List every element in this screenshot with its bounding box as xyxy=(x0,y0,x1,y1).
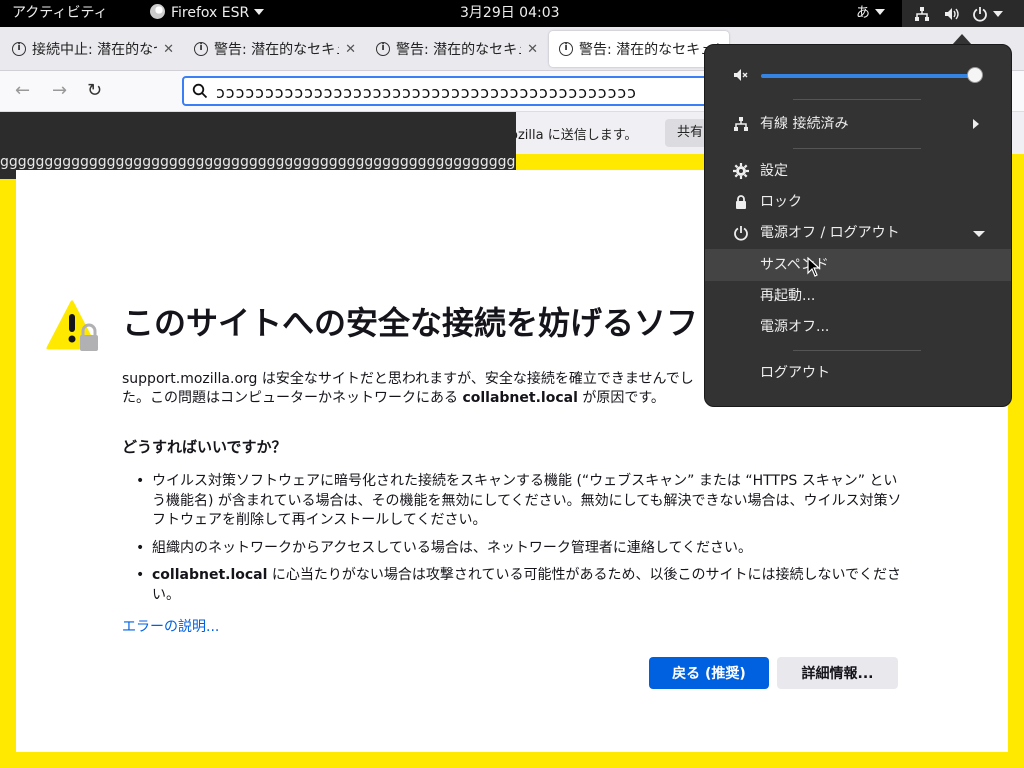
volume-muted-icon xyxy=(734,69,748,81)
gear-icon xyxy=(733,163,749,179)
power-off-logout-item[interactable]: 電源オフ / ログアウト xyxy=(705,217,1011,249)
network-item[interactable]: 有線 接続済み xyxy=(705,108,1011,140)
howto-heading: どうすればいいですか？ xyxy=(122,438,287,456)
tab-2[interactable]: i 警告: 潜在的なセキュリティ ✕ xyxy=(184,31,366,67)
mouse-cursor-icon xyxy=(807,257,821,277)
go-back-button[interactable]: 戻る (推奨) xyxy=(649,657,769,689)
activities-button[interactable]: アクティビティ xyxy=(12,0,108,27)
lock-icon xyxy=(736,195,746,209)
network-label: 有線 接続済み xyxy=(760,116,849,132)
logout-item[interactable]: ログアウト xyxy=(705,357,1011,389)
desc-host: collabnet.local xyxy=(462,390,578,406)
info-icon: i xyxy=(376,42,390,56)
list-item: ウイルス対策ソフトウェアに暗号化された接続をスキャンする機能 (“ウェブスキャン… xyxy=(122,472,902,531)
lock-label: ロック xyxy=(760,194,802,210)
search-icon xyxy=(192,83,208,99)
logout-label: ログアウト xyxy=(760,365,830,381)
tab-title: 警告: 潜在的なセキュリティ xyxy=(396,42,521,58)
system-status-area[interactable] xyxy=(902,0,1024,27)
close-icon[interactable]: ✕ xyxy=(527,42,538,57)
ime-label: あ xyxy=(856,5,870,21)
close-icon[interactable]: ✕ xyxy=(345,42,356,57)
restart-label: 再起動... xyxy=(760,288,816,304)
tip-host: collabnet.local xyxy=(152,567,268,583)
notification-text: ozilla に送信します。 xyxy=(510,128,638,143)
restart-item[interactable]: 再起動... xyxy=(705,280,1011,312)
app-menu[interactable]: Firefox ESR xyxy=(150,0,265,27)
forward-arrow-icon[interactable]: → xyxy=(52,80,67,102)
network-wired-icon xyxy=(734,117,748,131)
tab-1[interactable]: i 接続中止: 潜在的なセキュリティ ✕ xyxy=(2,31,184,67)
url-bar[interactable] xyxy=(182,76,722,106)
poweroff-label: 電源オフ... xyxy=(760,319,830,335)
volume-slider[interactable] xyxy=(761,74,977,78)
url-suggestion-dropdown: gggggggggggggggggggggggggggggggggggggggg… xyxy=(0,112,516,179)
power-label: 電源オフ / ログアウト xyxy=(760,225,900,241)
network-wired-icon xyxy=(915,7,929,21)
list-item: 組織内のネットワークからアクセスしている場合は、ネットワーク管理者に連絡してくだ… xyxy=(122,539,902,559)
learn-more-link[interactable]: エラーの説明... xyxy=(122,616,219,636)
info-icon: i xyxy=(559,42,573,56)
settings-label: 設定 xyxy=(760,163,788,179)
url-input[interactable] xyxy=(216,81,716,103)
chevron-down-icon xyxy=(993,11,1003,17)
firefox-icon xyxy=(150,4,165,19)
tab-3[interactable]: i 警告: 潜在的なセキュリティ ✕ xyxy=(366,31,548,67)
power-off-item[interactable]: 電源オフ... xyxy=(705,311,1011,343)
info-icon: i xyxy=(194,42,208,56)
tab-title: 接続中止: 潜在的なセキュリティ xyxy=(32,42,157,58)
chevron-down-icon xyxy=(973,231,985,237)
system-menu: 有線 接続済み 設定 ロック 電源オフ / ログアウト サスペンド 再起動...… xyxy=(704,44,1012,407)
suspend-item[interactable]: サスペンド xyxy=(705,249,1011,281)
lock-item[interactable]: ロック xyxy=(705,186,1011,218)
tab-title: 警告: 潜在的なセキュリティ xyxy=(214,42,339,58)
close-icon[interactable]: ✕ xyxy=(163,42,174,57)
volume-icon xyxy=(945,8,959,20)
warning-lock-icon xyxy=(46,300,98,351)
separator xyxy=(793,148,921,149)
desc-text-end: が原因です。 xyxy=(577,390,665,406)
error-description: support.mozilla.org は安全なサイトだと思われますが、安全な接… xyxy=(122,370,712,408)
info-icon: i xyxy=(12,42,26,56)
advanced-button[interactable]: 詳細情報... xyxy=(777,657,898,689)
settings-item[interactable]: 設定 xyxy=(705,155,1011,187)
tips-list: ウイルス対策ソフトウェアに暗号化された接続をスキャンする機能 (“ウェブスキャン… xyxy=(122,472,902,613)
reload-icon[interactable]: ↻ xyxy=(87,80,102,102)
tab-4-active[interactable]: i 警告: 潜在的なセキュリティ xyxy=(549,31,729,67)
separator xyxy=(793,99,921,100)
separator xyxy=(793,350,921,351)
list-item: collabnet.local に心当たりがない場合は攻撃されている可能性がある… xyxy=(122,566,902,605)
clock[interactable]: 3月29日 04:03 xyxy=(460,0,560,27)
back-arrow-icon[interactable]: ← xyxy=(15,80,30,102)
power-icon xyxy=(973,7,987,22)
chevron-down-icon xyxy=(875,9,885,15)
app-name: Firefox ESR xyxy=(171,5,250,21)
top-bar: アクティビティ Firefox ESR 3月29日 04:03 あ xyxy=(0,0,1024,27)
input-method-indicator[interactable]: あ xyxy=(856,0,885,27)
tab-title: 警告: 潜在的なセキュリティ xyxy=(579,42,719,58)
chevron-down-icon xyxy=(254,9,265,15)
power-icon xyxy=(734,226,748,241)
volume-slider-handle[interactable] xyxy=(967,67,983,83)
chevron-right-icon xyxy=(973,119,979,129)
